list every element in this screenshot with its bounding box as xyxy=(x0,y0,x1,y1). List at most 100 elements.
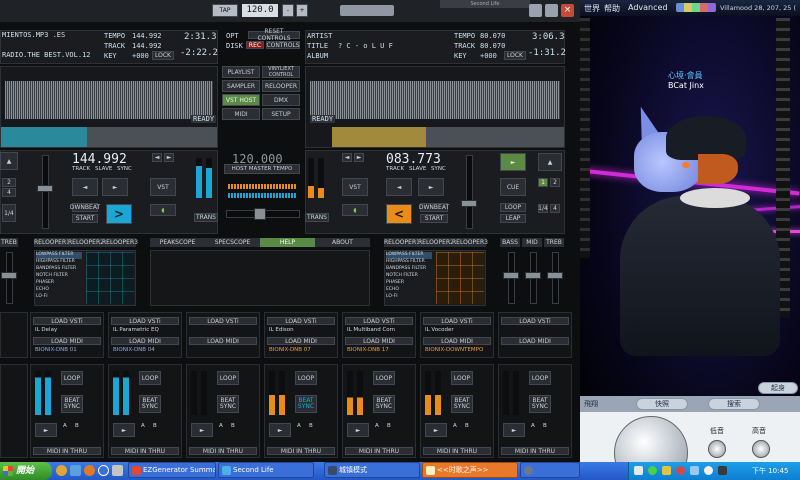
rec-button[interactable]: REC xyxy=(246,41,264,49)
right-eq-bass-knob[interactable] xyxy=(503,272,519,279)
deck-b-start-button[interactable]: START xyxy=(420,214,448,223)
left-xy-pad[interactable] xyxy=(86,252,134,304)
load-vsti-button[interactable]: LOAD VSTi xyxy=(33,317,101,325)
sampler-play-button[interactable]: ► xyxy=(347,423,369,437)
load-midi-button[interactable]: LOAD MIDI xyxy=(33,337,101,345)
load-vsti-button[interactable]: LOAD VSTi xyxy=(267,317,335,325)
deck-b-pitch-2[interactable]: 2 xyxy=(550,178,560,187)
secondlife-viewport[interactable]: 世界 帮助 Advanced Villamood 28, 207, 25 ( 心… xyxy=(580,0,800,462)
tray-icon[interactable] xyxy=(718,466,727,475)
deck-a-start-button[interactable]: START xyxy=(72,214,98,223)
dmx-button[interactable]: DMX xyxy=(262,94,300,106)
tempo-minus-button[interactable]: - xyxy=(282,4,294,17)
sampler-play-button[interactable]: ► xyxy=(191,423,213,437)
load-midi-button[interactable]: LOAD MIDI xyxy=(501,337,569,345)
midi-in-thru-button[interactable]: MIDI IN THRU xyxy=(111,447,179,455)
deck-b-eject-button[interactable]: ▲ xyxy=(538,153,562,171)
deck-a-nudge-right[interactable]: ► xyxy=(164,153,174,162)
sl-stand-button[interactable]: 起身 xyxy=(758,382,798,394)
sl-menu-world[interactable]: 世界 xyxy=(584,3,600,14)
deck-b-headphone-button[interactable]: ◖ xyxy=(342,204,368,216)
right-xy-pad[interactable] xyxy=(436,252,484,304)
tray-icon[interactable] xyxy=(704,466,713,475)
sampler-beat-sync-button[interactable]: BEAT SYNC xyxy=(61,395,83,413)
deck-b-loop-button[interactable]: LOOP xyxy=(500,203,526,212)
deck-a-trans-button[interactable]: TRANS xyxy=(194,213,218,222)
sampler-play-button[interactable]: ► xyxy=(269,423,291,437)
start-button[interactable]: 開始 xyxy=(0,462,52,480)
deck-b-pitch-quarter[interactable]: 1/4 xyxy=(538,204,548,213)
sampler-beat-sync-button[interactable]: BEAT SYNC xyxy=(451,395,473,413)
sampler-beat-sync-button[interactable]: BEAT SYNC xyxy=(139,395,161,413)
midi-in-thru-button[interactable]: MIDI IN THRU xyxy=(423,447,491,455)
tab-right-relooper1[interactable]: RELOOPER1 xyxy=(384,238,420,247)
deck-a-pitch-fader[interactable] xyxy=(42,155,49,229)
close-button[interactable]: × xyxy=(561,4,574,17)
left-filter-item[interactable]: ECHO xyxy=(36,287,82,294)
deck-b-pitch-knob[interactable] xyxy=(461,200,477,207)
deck-b-pitch-1[interactable]: 1 xyxy=(538,178,548,187)
deck-a-lock-button[interactable]: LOCK xyxy=(152,51,174,60)
load-midi-button[interactable]: LOAD MIDI xyxy=(267,337,335,345)
midi-in-thru-button[interactable]: MIDI IN THRU xyxy=(267,447,335,455)
sl-menu-advanced[interactable]: Advanced xyxy=(628,3,668,12)
load-vsti-button[interactable]: LOAD VSTi xyxy=(501,317,569,325)
vinyl-ext-control-button[interactable]: VINYL/EXT CONTROL xyxy=(262,66,300,78)
right-eq-mid-knob[interactable] xyxy=(525,272,541,279)
quicklaunch-icon[interactable] xyxy=(84,465,95,476)
sampler-beat-sync-button[interactable]: BEAT SYNC xyxy=(373,395,395,413)
deck-a-play-button[interactable]: > xyxy=(106,204,132,224)
tab-peakscope[interactable]: PEAKSCOPE xyxy=(150,238,206,247)
load-vsti-button[interactable]: LOAD VSTi xyxy=(111,317,179,325)
sampler-loop-button[interactable]: LOOP xyxy=(139,371,161,385)
deck-b-nudge-right[interactable]: ► xyxy=(354,153,364,162)
midi-in-thru-button[interactable]: MIDI IN THRU xyxy=(189,447,257,455)
deck-a-dwnbeat-button[interactable]: DWNBEAT xyxy=(70,203,100,212)
right-filter-item[interactable]: ECHO xyxy=(386,287,432,294)
taskbar-item-media[interactable] xyxy=(520,462,580,478)
deck-a-pitch-2[interactable]: 2 xyxy=(2,178,16,187)
setup-button[interactable]: SETUP xyxy=(262,108,300,120)
deck-b-cue-button[interactable]: CUE xyxy=(500,178,526,196)
load-vsti-button[interactable]: LOAD VSTi xyxy=(345,317,413,325)
tab-left-relooper1[interactable]: RELOOPER1 xyxy=(34,238,70,247)
left-filter-item[interactable]: LOWPASS FILTER xyxy=(36,252,82,259)
sampler-play-button[interactable]: ► xyxy=(35,423,57,437)
midi-in-thru-button[interactable]: MIDI IN THRU xyxy=(345,447,413,455)
right-filter-item[interactable]: LOWPASS FILTER xyxy=(386,252,432,259)
sl-search-button[interactable]: 搜索 xyxy=(708,398,760,410)
deck-b-dwnbeat-button[interactable]: DWNBEAT xyxy=(419,203,449,212)
deck-b-nudge-left[interactable]: ◄ xyxy=(342,153,352,162)
sampler-beat-sync-button[interactable]: BEAT SYNC xyxy=(529,395,551,413)
restore-button[interactable] xyxy=(545,4,558,17)
top-tab-secondlife[interactable]: Second Life xyxy=(440,0,530,8)
deck-a-headphone-button[interactable]: ◖ xyxy=(150,204,176,216)
deck-b-play-green-button[interactable]: ► xyxy=(500,153,526,171)
playlist-button[interactable]: PLAYLIST xyxy=(222,66,260,78)
sampler-loop-button[interactable]: LOOP xyxy=(61,371,83,385)
sampler-loop-button[interactable]: LOOP xyxy=(451,371,473,385)
deck-b-back-button[interactable]: ◄ xyxy=(386,178,412,196)
midi-in-thru-button[interactable]: MIDI IN THRU xyxy=(33,447,101,455)
taskbar-item-player[interactable]: <<时歌之声>> xyxy=(422,462,518,478)
sampler-loop-button[interactable]: LOOP xyxy=(529,371,551,385)
taskbar-item-secondlife[interactable]: Second Life xyxy=(218,462,314,478)
quicklaunch-icon[interactable] xyxy=(56,465,67,476)
taskbar-clock[interactable]: 下午 10:45 xyxy=(752,466,788,476)
tab-right-mid[interactable]: MID xyxy=(522,238,543,247)
sampler-beat-sync-button[interactable]: BEAT SYNC xyxy=(295,395,317,413)
tab-about[interactable]: ABOUT xyxy=(315,238,371,247)
left-filter-item[interactable]: LO-FI xyxy=(36,294,82,301)
left-eq-treb-knob[interactable] xyxy=(1,272,17,279)
left-filter-item[interactable]: BANDPASS FILTER xyxy=(36,266,82,273)
left-filter-item[interactable]: HIGHPASS FILTER xyxy=(36,259,82,266)
deck-a-pitch-knob[interactable] xyxy=(37,185,53,192)
midi-in-thru-button[interactable]: MIDI IN THRU xyxy=(501,447,569,455)
deck-a-vst-button[interactable]: VST xyxy=(150,178,176,196)
sampler-beat-sync-button[interactable]: BEAT SYNC xyxy=(217,395,239,413)
deck-b-forward-button[interactable]: ► xyxy=(418,178,444,196)
sl-treble-knob[interactable] xyxy=(752,440,770,458)
taskbar-item-town-mode[interactable]: 城镇模式 xyxy=(324,462,420,478)
sampler-loop-button[interactable]: LOOP xyxy=(217,371,239,385)
relooper-button[interactable]: RELOOPER xyxy=(262,80,300,92)
